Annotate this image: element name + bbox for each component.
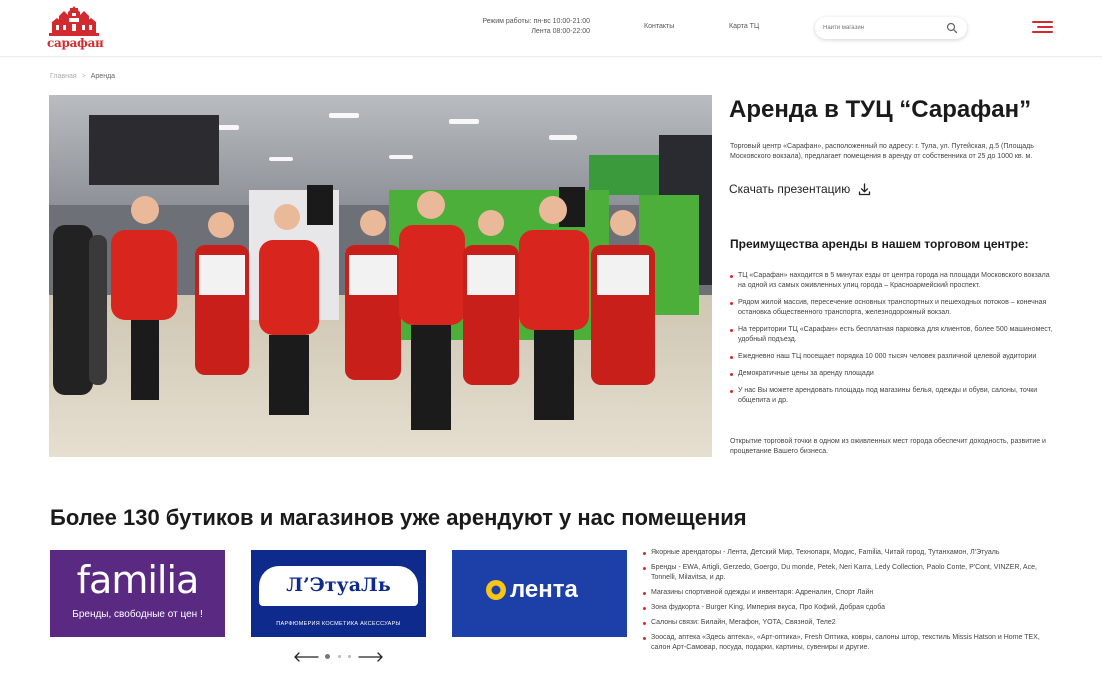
breadcrumb-home[interactable]: Главная <box>50 73 77 80</box>
list-item: Магазины спортивной одежды и инвентаря: … <box>643 588 1048 598</box>
logo[interactable]: сарафан <box>47 6 104 50</box>
breadcrumb-current: Аренда <box>90 73 116 80</box>
list-item: Бренды - EWA, Artigli, Gerzedo, Goergo, … <box>643 563 1048 583</box>
advantages-list: ТЦ «Сарафан» находится в 5 минутах езды … <box>730 271 1055 413</box>
page-title: Аренда в ТУЦ “Сарафан” <box>729 96 1032 123</box>
logo-text: сарафан <box>47 36 104 50</box>
list-item: ТЦ «Сарафан» находится в 5 минутах езды … <box>730 271 1055 291</box>
hero-photo <box>49 95 712 457</box>
brand-card-lenta[interactable]: лента <box>452 550 627 637</box>
list-item: На территории ТЦ «Сарафан» есть бесплатн… <box>730 325 1055 345</box>
arrow-right-icon[interactable] <box>358 652 384 662</box>
brand-logo-text: лента <box>510 576 578 603</box>
menu-line-icon <box>1037 26 1053 28</box>
list-item: Зона фудкорта - Burger King, Империя вку… <box>643 603 1048 613</box>
tenants-title: Более 130 бутиков и магазинов уже аренду… <box>50 505 747 530</box>
working-hours: Режим работы: пн-вс 10:00-21:00 Лента 08… <box>470 17 590 37</box>
breadcrumb: Главная > Аренда <box>50 73 115 80</box>
closing-text: Открытие торговой точки в одном из оживл… <box>730 438 1046 455</box>
advantages-title: Преимущества аренды в нашем торговом цен… <box>730 237 1029 251</box>
search-box <box>815 17 967 39</box>
list-item: Якорные арендаторы - Лента, Детский Мир,… <box>643 548 1048 558</box>
intro-text: Торговый центр «Сарафан», расположенный … <box>730 143 1034 160</box>
list-item: Зоосад, аптека «Здесь аптека», «Арт-опти… <box>643 633 1048 653</box>
search-icon[interactable] <box>946 22 958 34</box>
logo-church-icon <box>49 6 99 36</box>
menu-line-icon <box>1032 21 1053 23</box>
list-item: Ежедневно наш ТЦ посещает порядка 10 000… <box>730 352 1055 362</box>
nav-mall-map[interactable]: Карта ТЦ <box>729 23 759 30</box>
breadcrumb-separator: > <box>81 73 86 80</box>
tenant-list: Якорные арендаторы - Лента, Детский Мир,… <box>643 548 1048 658</box>
carousel-dot[interactable] <box>338 655 341 658</box>
brand-logo-text: familia <box>76 558 200 602</box>
brand-card-letoile[interactable]: Л’ЭтуаЛь ПАРФЮМЕРИЯ КОСМЕТИКА АКСЕССУАРЫ <box>251 550 426 637</box>
arrow-left-icon[interactable] <box>293 652 319 662</box>
download-presentation-link[interactable]: Скачать презентацию <box>729 182 871 196</box>
list-item: У нас Вы можете арендовать площадь под м… <box>730 386 1055 406</box>
hours-lenta: Лента 08:00-22:00 <box>531 28 590 35</box>
list-item: Рядом жилой массив, пересечение основных… <box>730 298 1055 318</box>
menu-line-icon <box>1032 31 1053 33</box>
folk-dancers-image <box>49 95 712 457</box>
search-input[interactable] <box>823 22 943 34</box>
carousel-dot[interactable] <box>348 655 351 658</box>
brand-logo-text: Л’ЭтуаЛь <box>286 574 391 596</box>
download-label: Скачать презентацию <box>729 182 851 196</box>
hours-mall: Режим работы: пн-вс 10:00-21:00 <box>482 18 590 25</box>
download-icon <box>859 182 871 195</box>
site-header: сарафан Режим работы: пн-вс 10:00-21:00 … <box>0 0 1102 57</box>
brand-tagline: Бренды, свободные от цен ! <box>72 609 203 620</box>
hamburger-menu-button[interactable] <box>1032 20 1053 35</box>
brand-tagline: ПАРФЮМЕРИЯ КОСМЕТИКА АКСЕССУАРЫ <box>276 621 401 627</box>
lenta-flower-icon <box>486 580 506 600</box>
list-item: Салоны связи: Билайн, Мегафон, YOTA, Свя… <box>643 618 1048 628</box>
carousel-controls <box>293 650 388 664</box>
nav-contacts[interactable]: Контакты <box>644 23 674 30</box>
carousel-dot-active[interactable] <box>325 654 330 659</box>
brand-card-familia[interactable]: familia Бренды, свободные от цен ! <box>50 550 225 637</box>
list-item: Демократичные цены за аренду площади <box>730 369 1055 379</box>
